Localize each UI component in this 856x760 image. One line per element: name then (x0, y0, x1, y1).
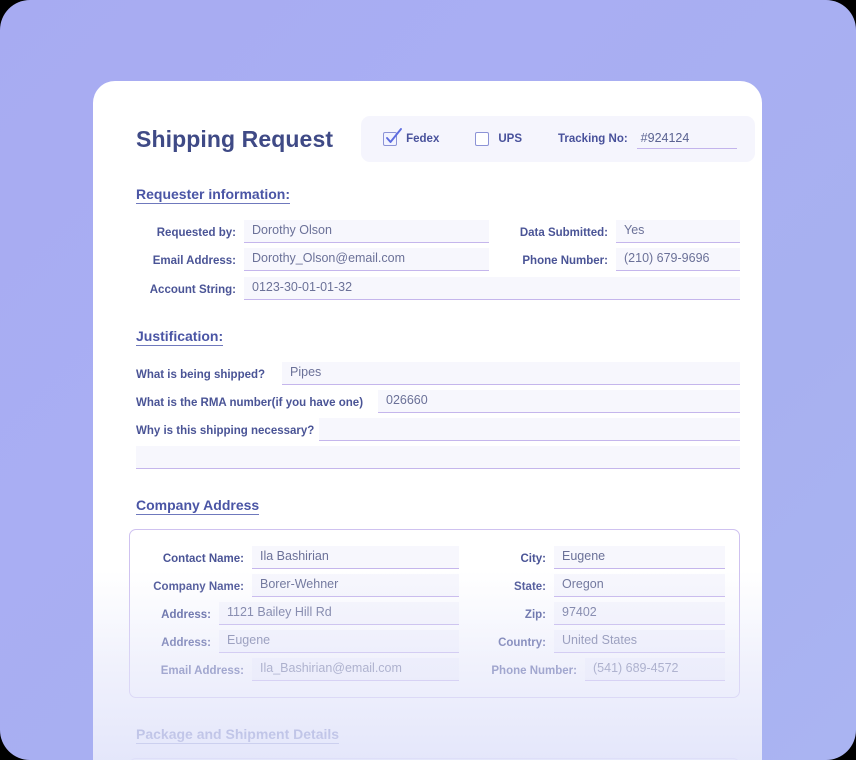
company-country-label: Country: (498, 637, 546, 649)
data-submitted-input[interactable]: Yes (616, 220, 740, 243)
field-company-address1: Address: 1121 Bailey Hill Rd (141, 602, 459, 625)
field-company-email: Email Address: Ila_Bashirian@email.com (141, 658, 459, 681)
company-name-input[interactable]: Borer-Wehner (252, 574, 459, 597)
company-address-box: Contact Name: Ila Bashirian Company Name… (129, 529, 740, 698)
checkbox-checked-icon[interactable] (383, 128, 403, 146)
what-is-shipped-label: What is being shipped? (136, 369, 266, 381)
requester-email-input[interactable]: Dorothy_Olson@email.com (244, 248, 489, 271)
rma-number-label: What is the RMA number(if you have one) (136, 397, 364, 409)
company-address1-input[interactable]: 1121 Bailey Hill Rd (219, 602, 459, 625)
field-company-country: Country: United States (473, 630, 725, 653)
requester-email-label: Email Address: (152, 255, 236, 267)
company-contact-name-input[interactable]: Ila Bashirian (252, 546, 459, 569)
rma-number-input[interactable]: 026660 (378, 390, 740, 413)
shipping-request-document: Shipping Request Fedex UPS Tracking No: … (93, 81, 762, 760)
company-zip-label: Zip: (524, 609, 546, 621)
field-account-string: Account String: 0123-30-01-01-32 (93, 277, 762, 300)
company-email-label: Email Address: (160, 665, 244, 677)
field-company-address2: Address: Eugene (141, 630, 459, 653)
requester-phone-input[interactable]: (210) 679-9696 (616, 248, 740, 271)
requester-phone-label: Phone Number: (522, 255, 608, 267)
company-address-heading: Company Address (136, 497, 260, 515)
checkbox-empty-icon[interactable] (475, 132, 490, 146)
requester-section-header: Requester information: (93, 186, 762, 204)
tracking-number-label: Tracking No: (558, 133, 628, 145)
requested-by-input[interactable]: Dorothy Olson (244, 220, 489, 243)
package-details-heading: Package and Shipment Details (136, 726, 340, 744)
carrier-option-ups[interactable]: UPS (475, 132, 522, 146)
what-is-shipped-input[interactable]: Pipes (282, 362, 740, 385)
company-city-input[interactable]: Eugene (554, 546, 725, 569)
company-address2-input[interactable]: Eugene (219, 630, 459, 653)
company-address-section-header: Company Address (93, 497, 762, 515)
tracking-number-input[interactable]: #924124 (636, 129, 737, 149)
document-header: Shipping Request Fedex UPS Tracking No: … (93, 81, 762, 162)
field-company-state: State: Oregon (473, 574, 725, 597)
company-address2-label: Address: (161, 637, 211, 649)
document-sheet: Shipping Request Fedex UPS Tracking No: … (93, 81, 762, 760)
company-address-fields: Contact Name: Ila Bashirian Company Name… (130, 546, 725, 681)
company-address1-label: Address: (161, 609, 211, 621)
field-company-contact-name: Contact Name: Ila Bashirian (141, 546, 459, 569)
requester-fields: Requested by: Dorothy Olson Email Addres… (93, 220, 762, 271)
field-company-name: Company Name: Borer-Wehner (141, 574, 459, 597)
data-submitted-label: Data Submitted: (519, 227, 608, 239)
field-shipping-reason-overflow (93, 446, 762, 469)
company-contact-name-label: Contact Name: (162, 553, 244, 565)
company-country-input[interactable]: United States (554, 630, 725, 653)
requested-by-label: Requested by: (156, 227, 236, 239)
field-company-zip: Zip: 97402 (473, 602, 725, 625)
company-phone-input[interactable]: (541) 689-4572 (585, 658, 725, 681)
company-phone-label: Phone Number: (491, 665, 577, 677)
justification-section-header: Justification: (93, 328, 762, 346)
company-city-label: City: (520, 553, 546, 565)
shipping-reason-label: Why is this shipping necessary? (136, 425, 315, 437)
carrier-label-fedex: Fedex (406, 133, 440, 145)
page-background: Shipping Request Fedex UPS Tracking No: … (0, 0, 856, 760)
shipping-reason-input[interactable] (319, 418, 740, 441)
shipping-reason-input-line2[interactable] (136, 446, 740, 469)
field-company-city: City: Eugene (473, 546, 725, 569)
field-what-is-shipped: What is being shipped? Pipes (93, 362, 762, 385)
carrier-label-ups: UPS (498, 133, 523, 145)
field-requester-phone: Phone Number: (210) 679-9696 (498, 248, 740, 271)
page-title: Shipping Request (136, 125, 334, 152)
company-name-label: Company Name: (153, 581, 244, 593)
company-email-input[interactable]: Ila_Bashirian@email.com (252, 658, 459, 681)
package-details-section-header: Package and Shipment Details (93, 726, 762, 744)
account-string-input[interactable]: 0123-30-01-01-32 (244, 277, 740, 300)
field-requester-email: Email Address: Dorothy_Olson@email.com (136, 248, 489, 271)
account-string-label: Account String: (149, 284, 236, 296)
company-zip-input[interactable]: 97402 (554, 602, 725, 625)
field-data-submitted: Data Submitted: Yes (498, 220, 740, 243)
company-state-input[interactable]: Oregon (554, 574, 725, 597)
carrier-selection-band: Fedex UPS Tracking No: #924124 (361, 116, 755, 162)
company-state-label: State: (514, 581, 546, 593)
field-company-phone: Phone Number: (541) 689-4572 (473, 658, 725, 681)
justification-heading: Justification: (136, 328, 224, 346)
field-requested-by: Requested by: Dorothy Olson (136, 220, 489, 243)
carrier-option-fedex[interactable]: Fedex (383, 128, 440, 146)
requester-heading: Requester information: (136, 186, 291, 204)
field-rma-number: What is the RMA number(if you have one) … (93, 390, 762, 413)
field-shipping-reason: Why is this shipping necessary? (93, 418, 762, 441)
